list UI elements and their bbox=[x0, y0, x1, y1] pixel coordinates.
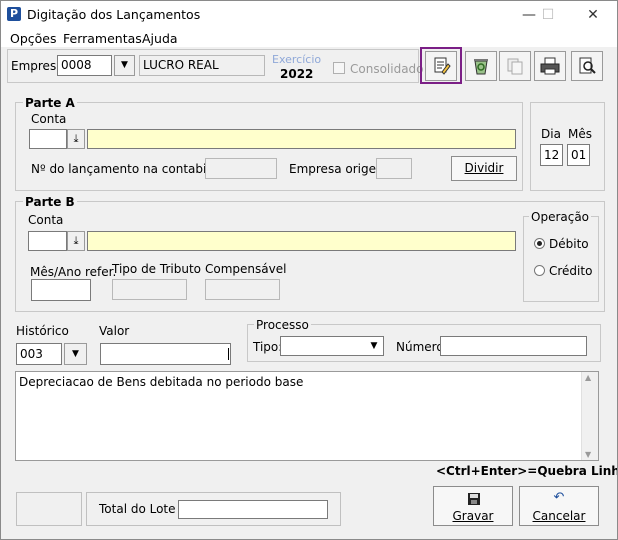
arrow-down-icon: ⤓ bbox=[73, 132, 79, 145]
title-bar: P Digitação dos Lançamentos — ☐ ✕ bbox=[1, 1, 617, 29]
gravar-label: Gravar bbox=[452, 509, 494, 523]
copy-document-icon bbox=[507, 58, 523, 75]
tipo-tributo-field bbox=[112, 279, 187, 300]
recycle-icon bbox=[474, 59, 488, 75]
operacao-title: Operação bbox=[529, 210, 592, 224]
parte-b-conta-desc-field[interactable] bbox=[87, 231, 516, 251]
cancelar-button[interactable]: ↶ Cancelar bbox=[519, 486, 599, 526]
toolbar-print-button[interactable] bbox=[534, 51, 566, 81]
menu-ferramentas[interactable]: Ferramentas bbox=[63, 31, 142, 46]
chevron-down-icon: ▼ bbox=[370, 341, 378, 351]
processo-tipo-dropdown[interactable]: ▼ bbox=[366, 338, 382, 354]
compensavel-label: Compensável bbox=[205, 262, 287, 276]
historico-dropdown-button[interactable]: ▼ bbox=[64, 343, 87, 365]
empresa-code-field[interactable]: 0008 bbox=[57, 55, 112, 76]
memo-text: Depreciacao de Bens debitada no periodo … bbox=[19, 375, 304, 389]
parte-a-conta-label: Conta bbox=[31, 112, 67, 126]
status-panel bbox=[16, 492, 82, 526]
mesano-label: Mês/Ano refer. bbox=[30, 265, 117, 279]
edit-document-icon bbox=[434, 57, 451, 75]
cancelar-label: Cancelar bbox=[532, 509, 586, 523]
historico-memo[interactable]: Depreciacao de Bens debitada no periodo … bbox=[15, 371, 599, 461]
parte-b-title: Parte B bbox=[23, 195, 77, 209]
total-lote-field bbox=[178, 500, 328, 519]
mes-label: Mês bbox=[568, 127, 592, 141]
undo-arrow-icon: ↶ bbox=[553, 490, 565, 505]
chevron-down-icon: ▼ bbox=[121, 60, 128, 70]
menu-bar: Opções Ferramentas Ajuda bbox=[1, 29, 617, 47]
exercicio-label: Exercício bbox=[272, 53, 322, 66]
preview-magnifier-icon bbox=[579, 57, 596, 74]
parte-b-conta-label: Conta bbox=[28, 213, 64, 227]
credito-radio[interactable] bbox=[534, 265, 545, 276]
menu-ajuda[interactable]: Ajuda bbox=[142, 31, 178, 46]
maximize-button[interactable]: ☐ bbox=[533, 5, 563, 25]
close-button[interactable]: ✕ bbox=[578, 5, 608, 25]
parte-b-conta-code-field[interactable] bbox=[28, 231, 67, 251]
toolbar-recycle-button[interactable] bbox=[465, 51, 497, 81]
toolbar-preview-button[interactable] bbox=[571, 51, 603, 81]
arrow-down-icon: ⤓ bbox=[73, 234, 79, 247]
valor-field[interactable] bbox=[100, 343, 231, 365]
printer-icon bbox=[540, 57, 560, 75]
credito-label: Crédito bbox=[549, 264, 593, 278]
parte-b-conta-lookup-button[interactable]: ⤓ bbox=[67, 231, 85, 251]
total-lote-label: Total do Lote bbox=[99, 502, 176, 516]
parte-a-conta-code-field[interactable] bbox=[29, 129, 67, 149]
mes-field[interactable]: 01 bbox=[567, 144, 590, 166]
historico-label: Histórico bbox=[16, 324, 69, 338]
processo-numero-field[interactable] bbox=[440, 336, 587, 356]
toolbar-edit-button[interactable] bbox=[425, 51, 457, 81]
debito-label: Débito bbox=[549, 237, 589, 251]
toolbar-copy-button[interactable] bbox=[499, 51, 531, 81]
processo-tipo-label: Tipo: bbox=[253, 340, 283, 354]
debito-radio[interactable] bbox=[534, 238, 545, 249]
window-title: Digitação dos Lançamentos bbox=[27, 7, 201, 22]
memo-scrollbar[interactable]: ▲ ▼ bbox=[581, 372, 598, 460]
compensavel-field bbox=[205, 279, 280, 300]
parte-b-group bbox=[15, 201, 605, 312]
exercicio-year: 2022 bbox=[280, 67, 314, 81]
operacao-group bbox=[523, 216, 599, 302]
parte-a-conta-desc-field[interactable] bbox=[87, 129, 516, 149]
dividir-button[interactable]: Dividir bbox=[451, 156, 517, 181]
tipo-tributo-label: Tipo de Tributo bbox=[112, 262, 201, 276]
scroll-up-icon[interactable]: ▲ bbox=[585, 373, 591, 382]
dia-field[interactable]: 12 bbox=[540, 144, 563, 166]
empresa-dropdown-button[interactable]: ▼ bbox=[114, 55, 135, 76]
empresa-origem-field bbox=[376, 158, 412, 179]
text-cursor bbox=[228, 348, 229, 360]
main-window: P Digitação dos Lançamentos — ☐ ✕ Opções… bbox=[0, 0, 618, 540]
line-break-hint: <Ctrl+Enter>=Quebra Linha bbox=[436, 464, 618, 478]
empresa-name-field: LUCRO REAL bbox=[139, 55, 265, 76]
parte-a-conta-lookup-button[interactable]: ⤓ bbox=[67, 129, 85, 149]
dividir-button-label: Dividir bbox=[464, 161, 504, 175]
valor-label: Valor bbox=[99, 324, 130, 338]
consolidado-label: Consolidado bbox=[350, 62, 424, 76]
mesano-field[interactable] bbox=[31, 279, 91, 301]
menu-opcoes[interactable]: Opções bbox=[10, 31, 57, 46]
chevron-down-icon: ▼ bbox=[72, 349, 79, 359]
processo-title: Processo bbox=[254, 318, 311, 332]
parte-a-title: Parte A bbox=[23, 96, 77, 110]
dia-label: Dia bbox=[541, 127, 561, 141]
historico-field[interactable]: 003 bbox=[16, 343, 62, 365]
save-disk-icon bbox=[468, 493, 480, 505]
scroll-down-icon[interactable]: ▼ bbox=[585, 450, 591, 459]
app-logo-icon: P bbox=[7, 7, 21, 21]
num-lancamento-field bbox=[205, 158, 277, 179]
consolidado-checkbox[interactable] bbox=[333, 62, 345, 74]
gravar-button[interactable]: Gravar bbox=[433, 486, 513, 526]
